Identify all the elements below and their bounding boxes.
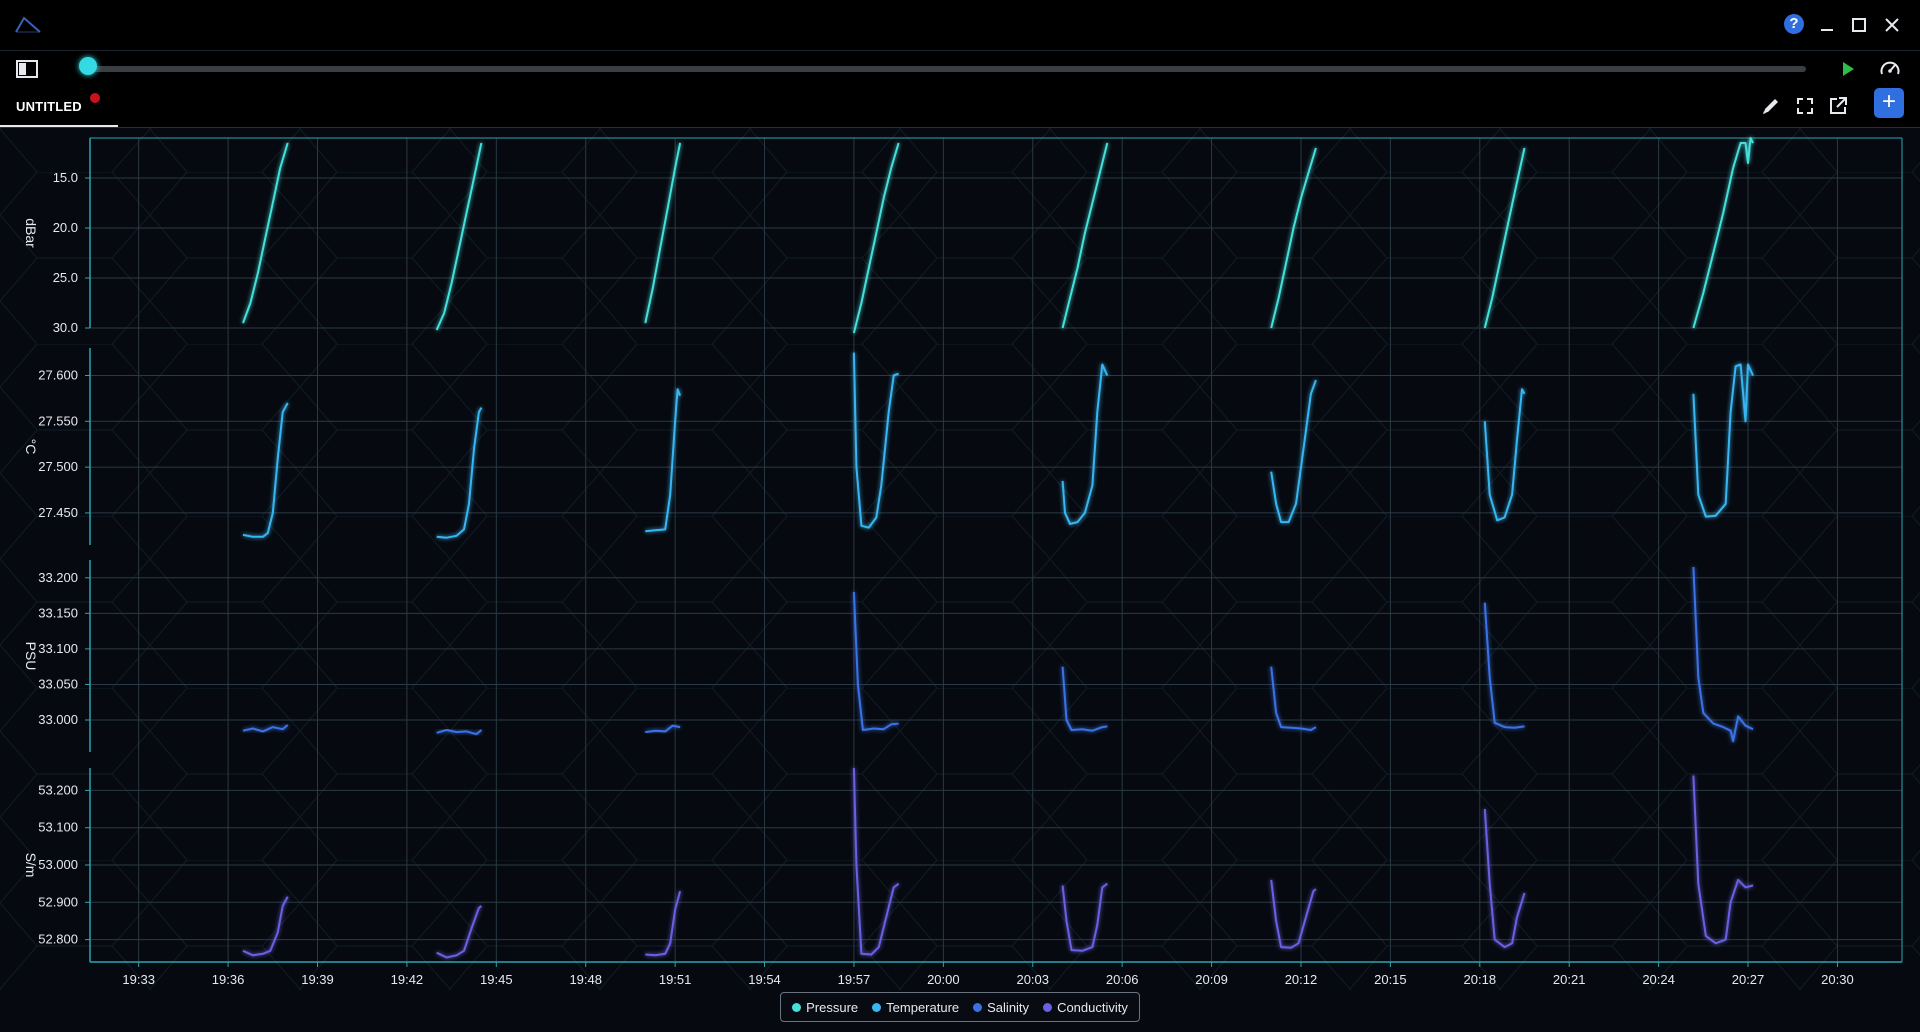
y-tick-label: 27.450 [38, 505, 78, 520]
y-tick-label: 15.0 [53, 170, 78, 185]
y-tick-label: 53.000 [38, 857, 78, 872]
add-panel-button[interactable]: + [1874, 88, 1904, 118]
legend-item-conductivity[interactable]: Conductivity [1043, 1000, 1128, 1015]
y-tick-label: 27.600 [38, 367, 78, 382]
x-tick-label: 20:06 [1106, 972, 1139, 987]
y-axis-label: S/m [23, 853, 39, 878]
timeline-slider-track[interactable] [88, 66, 1806, 72]
x-tick-label: 20:24 [1642, 972, 1675, 987]
y-tick-label: 33.200 [38, 570, 78, 585]
x-tick-label: 20:09 [1195, 972, 1228, 987]
timeline-slider-handle[interactable] [79, 57, 97, 75]
close-icon [1885, 18, 1899, 32]
tab-label: UNTITLED [16, 99, 82, 114]
legend-item-salinity[interactable]: Salinity [973, 1000, 1029, 1015]
maximize-icon [1852, 18, 1866, 32]
app-logo-icon [15, 16, 41, 33]
x-tick-label: 20:03 [1016, 972, 1049, 987]
y-tick-label: 33.000 [38, 712, 78, 727]
x-tick-label: 19:57 [838, 972, 871, 987]
chart-legend: Pressure Temperature Salinity Conductivi… [780, 992, 1140, 1022]
x-tick-label: 20:18 [1464, 972, 1497, 987]
tab-untitled[interactable]: UNTITLED [0, 87, 118, 127]
y-tick-label: 27.550 [38, 413, 78, 428]
legend-item-temperature[interactable]: Temperature [872, 1000, 959, 1015]
legend-item-pressure[interactable]: Pressure [792, 1000, 858, 1015]
playback-toolbar [0, 51, 1920, 87]
x-tick-label: 20:30 [1821, 972, 1854, 987]
y-tick-label: 52.800 [38, 932, 78, 947]
x-tick-label: 19:36 [212, 972, 245, 987]
hex-background [0, 128, 1920, 990]
y-axis-label: dBar [23, 218, 39, 248]
y-axis-label: °C [23, 439, 39, 455]
fullscreen-icon[interactable] [1794, 95, 1816, 117]
legend-label: Temperature [886, 999, 960, 1015]
unsaved-indicator [90, 93, 100, 103]
maximize-button[interactable] [1847, 13, 1871, 37]
legend-dot [792, 1002, 802, 1012]
sidebar-toggle-icon[interactable] [16, 60, 38, 78]
y-tick-label: 20.0 [53, 220, 78, 235]
x-tick-label: 20:00 [927, 972, 960, 987]
y-tick-label: 52.900 [38, 894, 78, 909]
speedometer-icon[interactable] [1879, 58, 1901, 80]
time-series-chart: 19:33 19:36 19:39 19:42 19:45 19:48 19:51 19:54… [0, 128, 1920, 990]
legend-dot [872, 1002, 882, 1012]
close-button[interactable] [1880, 13, 1904, 37]
legend-label: Salinity [987, 999, 1030, 1015]
legend-label: Conductivity [1057, 999, 1128, 1015]
y-tick-label: 33.050 [38, 676, 78, 691]
legend-dot [973, 1002, 983, 1012]
x-tick-label: 19:42 [391, 972, 424, 987]
tab-bar: UNTITLED [0, 87, 1920, 128]
open-external-icon[interactable] [1827, 95, 1849, 117]
x-tick-label: 19:48 [569, 972, 602, 987]
y-tick-label: 53.100 [38, 820, 78, 835]
x-tick-label: 19:39 [301, 972, 334, 987]
y-axis-label: PSU [23, 642, 39, 671]
y-tick-label: 30.0 [53, 320, 78, 335]
y-tick-label: 33.100 [38, 641, 78, 656]
x-tick-label: 20:12 [1285, 972, 1318, 987]
help-icon[interactable]: ? [1784, 14, 1804, 34]
minimize-button[interactable] [1815, 13, 1839, 37]
minimize-icon [1821, 29, 1833, 31]
x-tick-label: 19:54 [748, 972, 781, 987]
y-tick-label: 53.200 [38, 782, 78, 797]
legend-label: Pressure [806, 999, 859, 1015]
legend-dot [1043, 1002, 1053, 1012]
edit-pencil-icon[interactable] [1760, 95, 1782, 117]
x-tick-label: 20:27 [1732, 972, 1765, 987]
y-tick-label: 33.150 [38, 605, 78, 620]
x-tick-label: 19:51 [659, 972, 692, 987]
x-tick-label: 19:33 [122, 972, 155, 987]
x-tick-label: 20:21 [1553, 972, 1586, 987]
play-icon[interactable] [1840, 61, 1856, 77]
y-tick-label: 27.500 [38, 459, 78, 474]
y-tick-label: 25.0 [53, 270, 78, 285]
x-tick-label: 19:45 [480, 972, 513, 987]
title-bar: ? [0, 0, 1920, 51]
x-tick-label: 20:15 [1374, 972, 1407, 987]
